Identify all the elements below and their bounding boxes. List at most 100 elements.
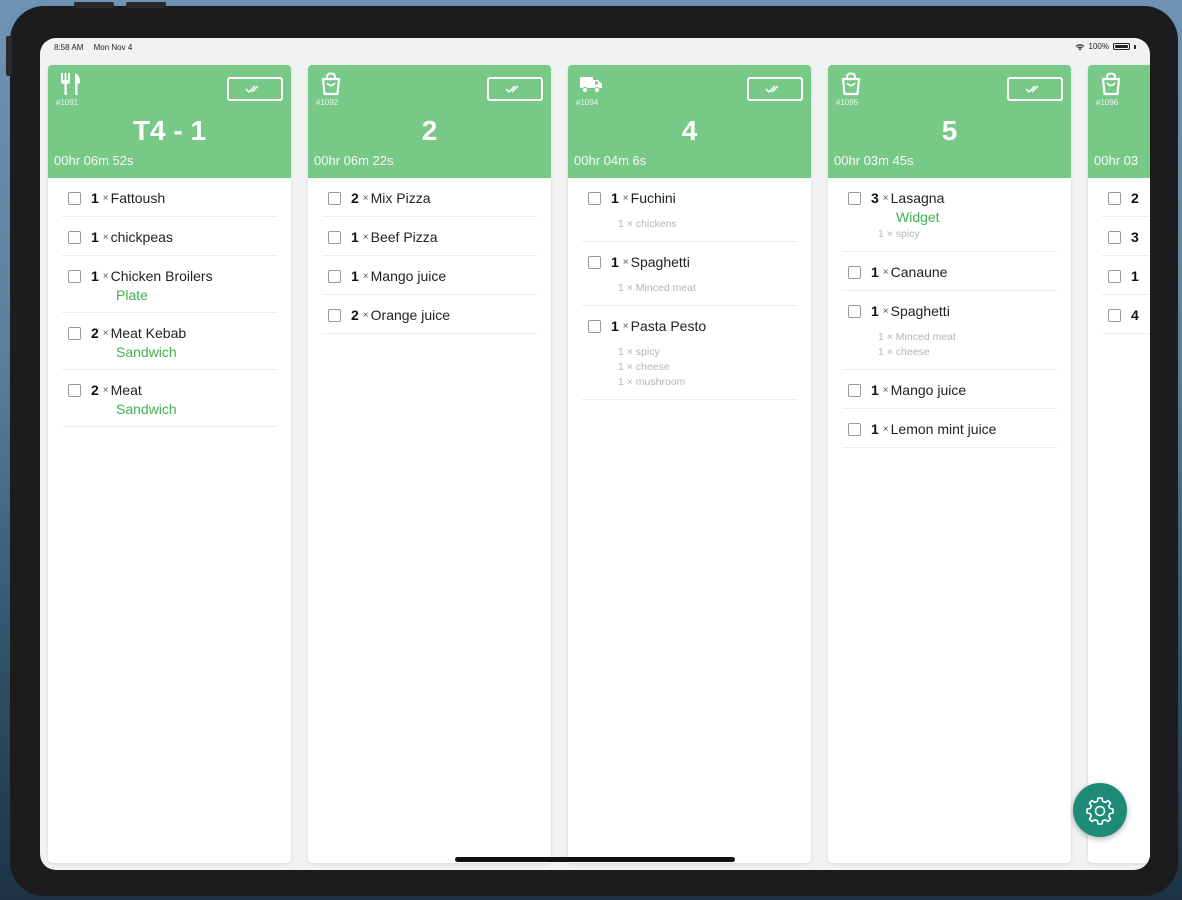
item-checkbox[interactable] — [328, 230, 341, 244]
item-qty: 1 — [91, 190, 99, 206]
item-qty: 1 — [871, 264, 879, 280]
multiply-sign: × — [882, 266, 889, 278]
order-item: 4 — [1102, 295, 1150, 334]
order-number: #1091 — [56, 98, 79, 107]
order-card: #1092 2 00hr 06m 22s 2 × Mix Pizza 1 × B… — [308, 65, 551, 863]
mark-done-button[interactable] — [1007, 77, 1063, 101]
modifier: 1 × chickens — [618, 218, 677, 230]
item-checkbox[interactable] — [588, 319, 601, 333]
order-item: 1 × Pasta Pesto 1 × spicy 1 × cheese 1 ×… — [582, 306, 797, 400]
gear-icon — [1086, 797, 1114, 825]
order-item: 1 × Lemon mint juice — [842, 409, 1057, 448]
item-checkbox[interactable] — [328, 269, 341, 283]
item-checkbox[interactable] — [68, 230, 81, 244]
item-checkbox[interactable] — [848, 383, 861, 397]
multiply-sign: × — [362, 270, 369, 282]
item-checkbox[interactable] — [328, 308, 341, 322]
item-variant: Sandwich — [116, 401, 177, 417]
item-qty: 3 — [871, 190, 879, 206]
item-qty: 1 — [351, 229, 359, 245]
item-checkbox[interactable] — [68, 383, 81, 397]
mark-done-button[interactable] — [487, 77, 543, 101]
status-bar: 8:58 AM Mon Nov 4 100% — [40, 38, 1150, 58]
item-name: Pasta Pesto — [630, 318, 707, 334]
battery-icon — [1113, 43, 1130, 50]
item-checkbox[interactable] — [848, 191, 861, 205]
elapsed-time: 00hr 06m 52s — [54, 153, 134, 168]
item-qty: 1 — [611, 318, 619, 334]
order-header: #1092 2 00hr 06m 22s — [308, 65, 551, 178]
settings-button[interactable] — [1073, 783, 1127, 837]
order-header: #1095 5 00hr 03m 45s — [828, 65, 1071, 178]
bag-icon — [841, 72, 861, 96]
modifier: 1 × mushroom — [618, 376, 686, 388]
item-checkbox[interactable] — [1108, 269, 1121, 283]
order-card-partial: #1096 00hr 03 2 3 1 4 — [1088, 65, 1150, 863]
order-card: #1094 4 00hr 04m 6s 1 × Fuchini 1 × chic… — [568, 65, 811, 863]
item-name: Spaghetti — [630, 254, 690, 270]
item-name: Meat — [110, 382, 142, 398]
item-checkbox[interactable] — [328, 191, 341, 205]
modifier: 1 × cheese — [878, 346, 930, 358]
order-item: 1 × Mango juice — [322, 256, 537, 295]
item-checkbox[interactable] — [588, 191, 601, 205]
mark-done-button[interactable] — [747, 77, 803, 101]
item-checkbox[interactable] — [1108, 191, 1121, 205]
order-item: 1 × Beef Pizza — [322, 217, 537, 256]
multiply-sign: × — [882, 305, 889, 317]
battery-tip — [1134, 44, 1136, 49]
table-name: 2 — [421, 115, 438, 146]
item-qty: 3 — [1131, 229, 1139, 245]
bag-icon — [1101, 72, 1121, 96]
item-checkbox[interactable] — [68, 269, 81, 283]
item-modifiers: 1 × spicy 1 × cheese 1 × mushroom — [618, 345, 797, 390]
multiply-sign: × — [882, 384, 889, 396]
item-variant: Widget — [896, 209, 940, 225]
order-item: 1 × Spaghetti 1 × Minced meat — [582, 242, 797, 306]
item-name: Mango juice — [370, 268, 447, 284]
item-qty: 2 — [91, 382, 99, 398]
order-item: 1 × Mango juice — [842, 370, 1057, 409]
order-item: 1 × Canaune — [842, 252, 1057, 291]
item-qty: 2 — [351, 190, 359, 206]
item-modifiers: 1 × Minced meat — [618, 281, 797, 296]
multiply-sign: × — [362, 231, 369, 243]
multiply-sign: × — [622, 192, 629, 204]
item-name: Fuchini — [630, 190, 676, 206]
multiply-sign: × — [362, 309, 369, 321]
item-checkbox[interactable] — [1108, 230, 1121, 244]
bag-icon — [321, 72, 341, 96]
kitchen-display-screen: 8:58 AM Mon Nov 4 100% #1091 T4 - 1 00hr… — [40, 38, 1150, 870]
item-checkbox[interactable] — [1108, 308, 1121, 322]
item-name: Beef Pizza — [370, 229, 438, 245]
item-checkbox[interactable] — [848, 265, 861, 279]
order-number: #1095 — [836, 98, 859, 107]
item-name: Spaghetti — [890, 303, 950, 319]
item-checkbox[interactable] — [68, 191, 81, 205]
order-header: #1091 T4 - 1 00hr 06m 52s — [48, 65, 291, 178]
item-modifiers: 1 × Minced meat 1 × cheese — [878, 330, 1057, 360]
item-qty: 2 — [1131, 190, 1139, 206]
multiply-sign: × — [882, 423, 889, 435]
order-item: 1 — [1102, 256, 1150, 295]
item-checkbox[interactable] — [848, 422, 861, 436]
multiply-sign: × — [102, 384, 109, 396]
order-item: 1 × Chicken Broilers Plate — [62, 256, 277, 313]
multiply-sign: × — [102, 327, 109, 339]
order-item: 2 × Meat Kebab Sandwich — [62, 313, 277, 370]
item-qty: 1 — [351, 268, 359, 284]
double-check-icon — [765, 85, 779, 94]
order-item: 1 × Fattoush — [62, 178, 277, 217]
item-checkbox[interactable] — [848, 304, 861, 318]
volume-button — [74, 2, 114, 8]
item-variant: Plate — [116, 287, 148, 303]
modifier: 1 × spicy — [878, 228, 920, 240]
status-time: 8:58 AM — [54, 43, 84, 52]
mark-done-button[interactable] — [227, 77, 283, 101]
item-qty: 1 — [91, 268, 99, 284]
item-name: Chicken Broilers — [110, 268, 213, 284]
item-checkbox[interactable] — [588, 255, 601, 269]
item-checkbox[interactable] — [68, 326, 81, 340]
order-item: 2 × Orange juice — [322, 295, 537, 334]
multiply-sign: × — [102, 270, 109, 282]
